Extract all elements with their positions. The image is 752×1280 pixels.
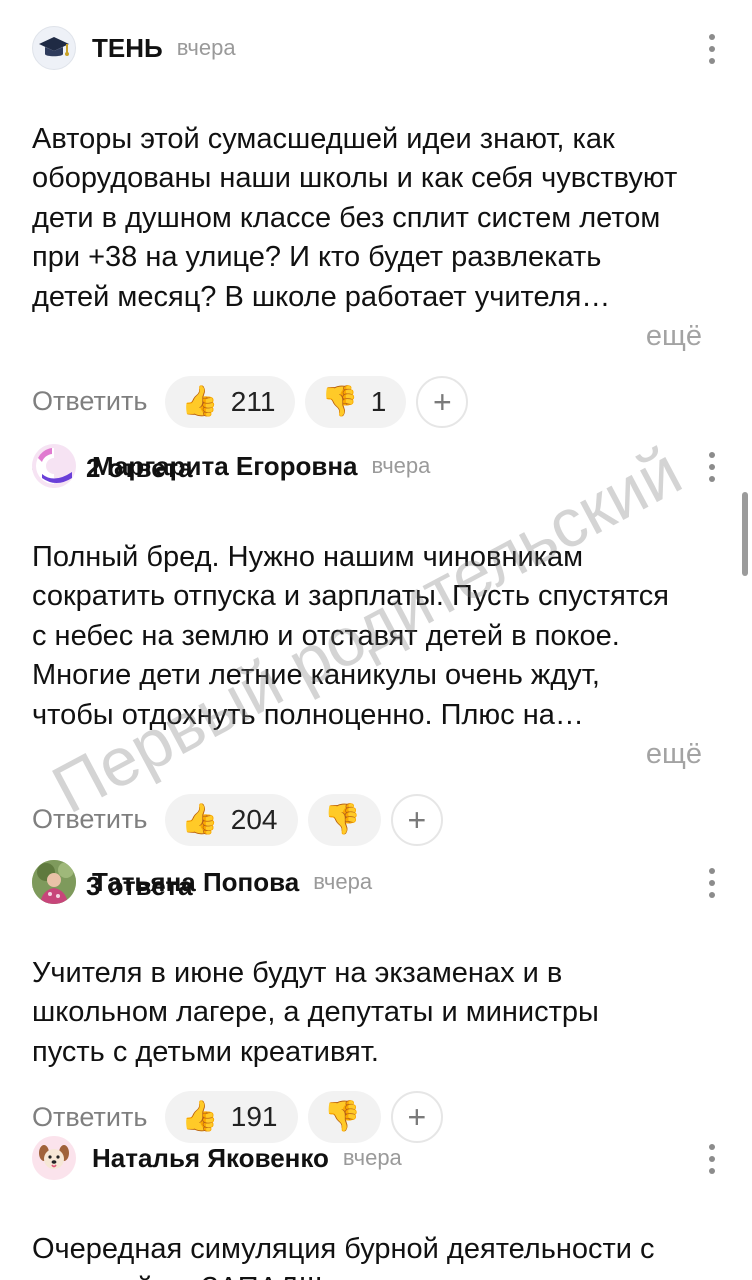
comment-header: Татьяна Попова вчера xyxy=(32,858,752,906)
more-options-icon[interactable] xyxy=(702,34,722,64)
comment-actions: Ответить 👍 211 👎 1 + xyxy=(32,375,752,429)
comments-page: ТЕНЬ вчера Авторы этой сумасшедшей идеи … xyxy=(0,0,752,1280)
graduation-cap-icon[interactable] xyxy=(32,26,76,70)
like-count: 191 xyxy=(230,1101,278,1132)
thumbs-up-icon: 👍 xyxy=(181,384,219,418)
plus-icon: + xyxy=(407,801,427,838)
comment-time: вчера xyxy=(313,869,373,894)
add-reaction-button[interactable]: + xyxy=(416,375,469,428)
reply-button[interactable]: Ответить xyxy=(32,1102,147,1133)
photo-avatar[interactable] xyxy=(32,860,76,904)
like-count: 211 xyxy=(230,385,276,417)
comment-author[interactable]: ТЕНЬ xyxy=(92,33,163,64)
comment-text: Очередная симуляция бурной деятельности … xyxy=(32,1190,752,1280)
thumbs-down-icon: 👎 xyxy=(321,384,359,418)
comment-time: вчера xyxy=(176,35,236,60)
comment-text: Полный бред. Нужно нашим чиновникам сокр… xyxy=(32,498,752,775)
like-button[interactable]: 👍 211 xyxy=(165,375,296,428)
thumbs-down-icon: 👎 xyxy=(323,802,361,836)
like-count: 204 xyxy=(230,803,278,835)
comment-body: Полный бред. Нужно нашим чиновникам сокр… xyxy=(32,540,670,731)
show-more-link[interactable]: ещё xyxy=(646,320,702,352)
reply-button[interactable]: Ответить xyxy=(32,804,147,835)
thumbs-up-icon: 👍 xyxy=(181,802,219,836)
more-options-icon[interactable] xyxy=(702,868,722,898)
comment-text: Учителя в июне будут на экзаменах и в шк… xyxy=(32,914,752,1072)
comment-header: Маргарита Егоровна вчера xyxy=(32,442,752,490)
comment: Маргарита Егоровна вчера Полный бред. Ну… xyxy=(32,442,752,907)
abstract-avatar-icon[interactable] xyxy=(32,444,76,488)
comment-actions: Ответить 👍 204 👎 + xyxy=(32,793,752,847)
more-options-icon[interactable] xyxy=(702,1144,722,1174)
dislike-button[interactable]: 👎 1 xyxy=(305,375,407,428)
comment-author[interactable]: Маргарита Егоровна xyxy=(92,451,358,482)
comment: Татьяна Попова вчера Учителя в июне буду… xyxy=(32,858,752,1144)
show-more-link[interactable]: ещё xyxy=(646,738,702,770)
puppy-icon[interactable] xyxy=(32,1136,76,1180)
thumbs-up-icon: 👍 xyxy=(181,1100,219,1133)
dislike-count: 1 xyxy=(370,385,387,417)
like-button[interactable]: 👍 204 xyxy=(165,793,298,846)
comment-body: Учителя в июне будут на экзаменах и в шк… xyxy=(32,956,599,1068)
comment-header: ТЕНЬ вчера xyxy=(32,24,752,72)
comment: Наталья Яковенко вчера Очередная симуляц… xyxy=(32,1134,752,1280)
scrollbar[interactable] xyxy=(742,492,748,576)
comment-author[interactable]: Наталья Яковенко xyxy=(92,1143,329,1174)
comment-body: Очередная симуляция бурной деятельности … xyxy=(32,1232,655,1280)
thumbs-down-icon: 👎 xyxy=(323,1100,361,1133)
reply-button[interactable]: Ответить xyxy=(32,386,147,417)
comment-text: Авторы этой сумасшедшей идеи знают, как … xyxy=(32,80,752,357)
plus-icon: + xyxy=(433,383,452,420)
more-options-icon[interactable] xyxy=(702,452,722,482)
comment-time: вчера xyxy=(342,1145,402,1170)
comment-header: Наталья Яковенко вчера xyxy=(32,1134,752,1182)
plus-icon: + xyxy=(407,1099,427,1135)
comment-time: вчера xyxy=(371,453,431,478)
comment-body: Авторы этой сумасшедшей идеи знают, как … xyxy=(32,122,678,313)
dislike-button[interactable]: 👎 xyxy=(307,793,381,846)
add-reaction-button[interactable]: + xyxy=(390,793,443,846)
comment-author[interactable]: Татьяна Попова xyxy=(92,867,299,898)
comment: ТЕНЬ вчера Авторы этой сумасшедшей идеи … xyxy=(32,24,752,489)
